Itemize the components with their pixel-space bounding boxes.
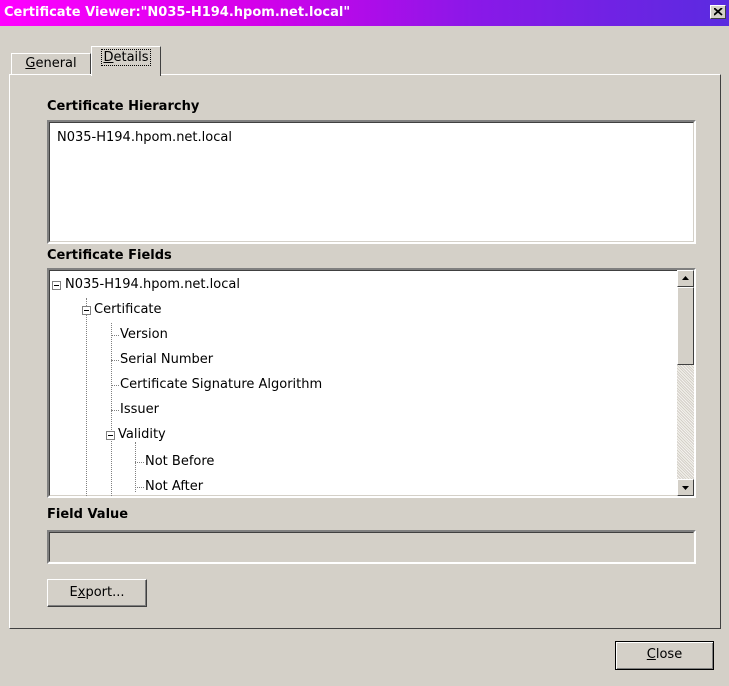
certificate-fields-label: Certificate Fields: [47, 248, 172, 263]
tab-details-label-rest: etails: [113, 50, 149, 65]
certificate-fields-tree[interactable]: N035-H194.hpom.net.local Certificate Ver…: [47, 268, 696, 498]
tree-line: [111, 360, 119, 361]
tree-item-serial-number[interactable]: Serial Number: [120, 352, 213, 367]
close-icon: [714, 8, 723, 16]
close-accel: C: [646, 647, 656, 662]
tree-item-issuer[interactable]: Issuer: [120, 402, 159, 417]
tab-details-label: Details: [101, 49, 151, 66]
scroll-up-button[interactable]: [677, 270, 694, 287]
export-button[interactable]: Export...: [47, 579, 147, 607]
tab-details[interactable]: Details: [91, 46, 161, 76]
tab-general[interactable]: General: [11, 53, 91, 75]
certificate-hierarchy-list[interactable]: N035-H194.hpom.net.local: [47, 120, 696, 244]
title-bar[interactable]: Certificate Viewer:"N035-H194.hpom.net.l…: [0, 0, 729, 26]
tree-item-version[interactable]: Version: [120, 327, 168, 342]
hierarchy-item[interactable]: N035-H194.hpom.net.local: [57, 130, 232, 145]
tree-line: [111, 335, 119, 336]
arrow-up-icon: [682, 276, 689, 280]
tree-line: [135, 487, 144, 488]
tree-line: [86, 298, 87, 496]
tree-line: [111, 410, 119, 411]
tab-general-label: eneral: [35, 56, 77, 71]
close-button[interactable]: Close: [615, 641, 714, 670]
arrow-down-icon: [682, 486, 689, 490]
export-label-pre: E: [69, 585, 78, 600]
tree-item-certificate[interactable]: Certificate: [94, 302, 162, 317]
field-value-box: [47, 530, 696, 564]
export-label-post: port...: [85, 585, 125, 600]
scroll-down-button[interactable]: [677, 479, 694, 496]
vertical-scrollbar[interactable]: [677, 270, 694, 496]
field-value-label: Field Value: [47, 507, 129, 522]
tree-line: [135, 462, 144, 463]
certificate-hierarchy-label: Certificate Hierarchy: [47, 99, 200, 114]
collapse-icon[interactable]: [106, 431, 115, 440]
tree-item-signature-algorithm[interactable]: Certificate Signature Algorithm: [120, 377, 322, 392]
scrollbar-thumb[interactable]: [677, 287, 694, 365]
tab-details-accel: D: [103, 50, 114, 65]
tree-line: [135, 442, 136, 492]
field-value-border: [49, 532, 694, 562]
tree-item-root[interactable]: N035-H194.hpom.net.local: [65, 277, 240, 292]
collapse-icon[interactable]: [82, 306, 91, 315]
window-title: Certificate Viewer:"N035-H194.hpom.net.l…: [4, 5, 351, 20]
collapse-icon[interactable]: [52, 281, 61, 290]
tree-item-not-before[interactable]: Not Before: [145, 454, 214, 469]
tree-item-validity[interactable]: Validity: [118, 427, 166, 442]
window-close-button[interactable]: [710, 5, 726, 19]
tree-line: [111, 385, 119, 386]
tree-item-not-after[interactable]: Not After: [145, 479, 203, 494]
tab-general-accel: G: [25, 56, 36, 71]
close-label: lose: [655, 647, 683, 662]
